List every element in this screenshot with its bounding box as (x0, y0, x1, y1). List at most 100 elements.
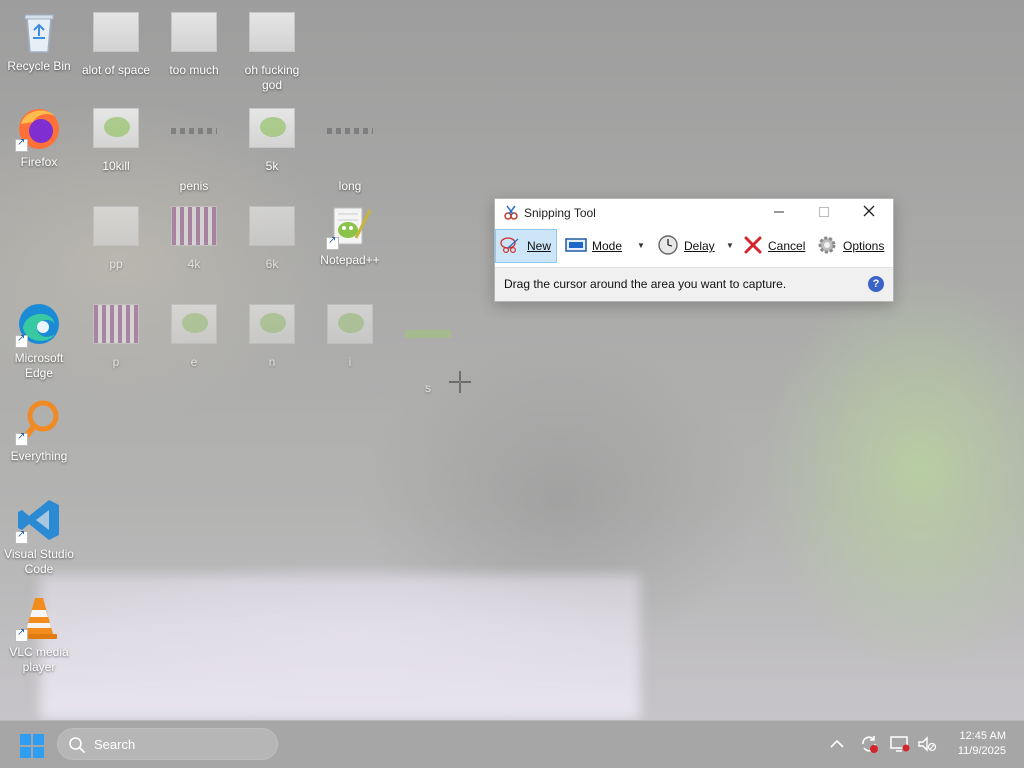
help-icon[interactable]: ? (868, 276, 884, 292)
desktop[interactable]: Recycle Bin Firefox Microsoft Edge (0, 0, 1024, 720)
desktop-icon-label: Recycle Bin (7, 59, 71, 73)
desktop-icon-label: VLC media player (9, 645, 69, 674)
delay-button-label: Delay (684, 239, 715, 253)
shortcut-arrow-icon (15, 529, 28, 544)
desktop-icon-label: 6k (265, 257, 279, 271)
desktop-icon-label: i (348, 355, 352, 369)
image-thumbnail-icon (249, 304, 295, 344)
desktop-icon-10kill[interactable]: 10kill (77, 104, 155, 174)
desktop-icon-label: Everything (10, 449, 68, 463)
image-thumbnail-icon (93, 12, 139, 52)
chevron-up-icon (830, 739, 844, 748)
desktop-icon-recycle-bin[interactable]: Recycle Bin (0, 8, 78, 74)
image-thumbnail-icon (327, 128, 373, 134)
mode-button[interactable]: Mode (565, 229, 635, 263)
show-hidden-icons-button[interactable] (826, 733, 848, 755)
taskbar: Search 12:45 AM 11/9/2025 (0, 720, 1024, 768)
desktop-icon-notepad-plus-plus[interactable]: Notepad++ (311, 202, 389, 268)
desktop-icon-vscode[interactable]: Visual Studio Code (0, 496, 78, 577)
desktop-icon-label: penis (179, 179, 209, 193)
sync-tray-button[interactable] (858, 733, 880, 755)
desktop-icon-alot-of-space[interactable]: alot of space (77, 8, 155, 78)
taskbar-search-box[interactable]: Search (57, 728, 278, 760)
snipping-tool-window[interactable]: Snipping Tool New Mode ▼ Delay ▼ Cancel … (494, 198, 894, 302)
image-thumbnail-icon (405, 330, 451, 338)
maximize-button (802, 199, 846, 227)
minimize-icon (774, 211, 784, 213)
mode-button-label: Mode (592, 239, 623, 253)
mode-dropdown-arrow-icon[interactable]: ▼ (637, 241, 645, 250)
desktop-icon-label: 10kill (102, 159, 130, 173)
delay-clock-icon (657, 234, 679, 259)
new-snip-button[interactable]: New (495, 229, 557, 263)
desktop-icon-microsoft-edge[interactable]: Microsoft Edge (0, 300, 78, 381)
desktop-icon-penis[interactable]: penis (155, 104, 233, 194)
desktop-icon-pp[interactable]: pp (77, 202, 155, 272)
close-button[interactable] (847, 199, 891, 227)
image-thumbnail-icon (93, 206, 139, 246)
desktop-icon-everything[interactable]: Everything (0, 398, 78, 464)
desktop-icon-label: Microsoft Edge (14, 351, 64, 380)
desktop-icon-6k[interactable]: 6k (233, 202, 311, 272)
desktop-icon-label: Firefox (20, 155, 58, 169)
wallpaper-highlight (40, 575, 640, 720)
desktop-icon-label: long (338, 179, 362, 193)
search-icon (68, 736, 86, 759)
cancel-x-icon (743, 235, 763, 258)
sync-error-icon (862, 736, 878, 753)
close-icon (863, 205, 875, 217)
desktop-icon-label: Notepad++ (320, 253, 380, 267)
new-snip-scissors-icon (500, 236, 522, 257)
desktop-icon-label: 4k (187, 257, 201, 271)
shortcut-arrow-icon (15, 333, 28, 348)
delay-dropdown-arrow-icon[interactable]: ▼ (726, 241, 734, 250)
image-thumbnail-icon (249, 12, 295, 52)
desktop-icon-vlc[interactable]: VLC media player (0, 594, 78, 675)
shortcut-arrow-icon (15, 627, 28, 642)
desktop-icon-p[interactable]: p (77, 300, 155, 370)
image-thumbnail-icon (327, 304, 373, 344)
delay-button[interactable]: Delay (657, 229, 719, 263)
volume-tray-button[interactable] (916, 733, 938, 755)
desktop-icon-label: 5k (265, 159, 279, 173)
network-icon (890, 736, 910, 752)
desktop-icon-e[interactable]: e (155, 300, 233, 370)
system-clock[interactable]: 12:45 AM 11/9/2025 (958, 729, 1006, 759)
desktop-icon-long[interactable]: long (311, 104, 389, 194)
image-thumbnail-icon (249, 108, 295, 148)
minimize-button[interactable] (757, 199, 801, 227)
new-button-label: New (527, 239, 552, 253)
clock-time: 12:45 AM (959, 730, 1006, 742)
desktop-icon-4k[interactable]: 4k (155, 202, 233, 272)
desktop-icon-oh-fucking-god[interactable]: oh fucking god (233, 8, 311, 93)
desktop-icon-label: Visual Studio Code (4, 547, 74, 576)
windows-logo-icon (20, 734, 44, 758)
desktop-icon-too-much[interactable]: too much (155, 8, 233, 78)
desktop-icon-n[interactable]: n (233, 300, 311, 370)
desktop-icon-firefox[interactable]: Firefox (0, 104, 78, 170)
image-thumbnail-icon (93, 304, 139, 344)
clock-date: 11/9/2025 (957, 745, 1006, 757)
maximize-icon (819, 207, 829, 217)
volume-muted-icon (918, 736, 937, 752)
cancel-button[interactable]: Cancel (743, 229, 809, 263)
options-button[interactable]: Options (816, 229, 890, 263)
desktop-icon-label: pp (109, 257, 123, 271)
crosshair-cursor-icon (449, 371, 471, 393)
search-placeholder: Search (94, 737, 136, 752)
desktop-icon-5k[interactable]: 5k (233, 104, 311, 174)
shortcut-arrow-icon (15, 137, 28, 152)
image-thumbnail-icon (249, 206, 295, 246)
recycle-bin-icon (24, 14, 54, 53)
desktop-icon-label: oh fucking god (244, 63, 300, 92)
network-tray-button[interactable] (889, 733, 911, 755)
shortcut-arrow-icon (15, 431, 28, 446)
desktop-icon-label: alot of space (81, 63, 151, 77)
start-button[interactable] (20, 734, 44, 758)
desktop-icon-label: e (190, 355, 198, 369)
desktop-icon-i[interactable]: i (311, 300, 389, 370)
title-bar[interactable]: Snipping Tool (495, 199, 893, 227)
desktop-icon-label: too much (169, 63, 219, 77)
window-title: Snipping Tool (524, 206, 596, 220)
mode-rectangle-icon (565, 237, 587, 256)
